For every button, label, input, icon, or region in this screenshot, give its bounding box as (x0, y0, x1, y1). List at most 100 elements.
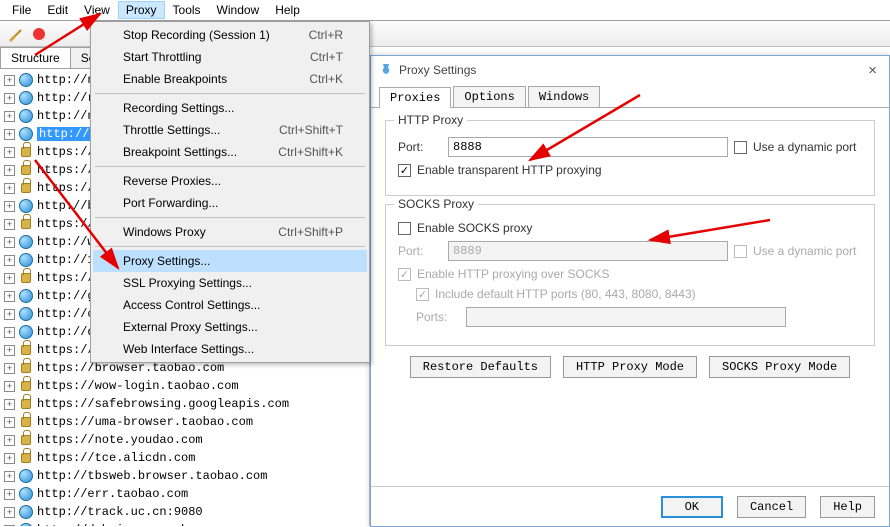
dialog-footer: OK Cancel Help (371, 486, 889, 526)
http-proxy-group: HTTP Proxy Port: Use a dynamic port Enab… (385, 120, 875, 196)
menu-file[interactable]: File (4, 1, 39, 19)
tree-row[interactable]: +https://tce.alicdn.com (2, 449, 367, 467)
expand-icon[interactable]: + (4, 129, 15, 140)
menu-item-label: Enable Breakpoints (123, 72, 227, 86)
enable-socks-checkbox[interactable] (398, 222, 411, 235)
expand-icon[interactable]: + (4, 93, 15, 104)
expand-icon[interactable]: + (4, 381, 15, 392)
expand-icon[interactable]: + (4, 201, 15, 212)
menu-shortcut: Ctrl+K (309, 72, 343, 86)
menu-item[interactable]: Recording Settings... (93, 97, 367, 119)
menu-item-label: Access Control Settings... (123, 298, 260, 312)
dlg-tab-windows[interactable]: Windows (528, 86, 600, 107)
globe-icon (18, 522, 34, 526)
lock-icon (18, 270, 34, 286)
expand-icon[interactable]: + (4, 75, 15, 86)
http-port-input[interactable] (448, 137, 728, 157)
menu-item-label: Recording Settings... (123, 101, 234, 115)
menu-item[interactable]: Reverse Proxies... (93, 170, 367, 192)
menu-item[interactable]: Port Forwarding... (93, 192, 367, 214)
menu-item-label: Proxy Settings... (123, 254, 210, 268)
dlg-tab-proxies[interactable]: Proxies (379, 87, 451, 108)
menu-window[interactable]: Window (209, 1, 268, 19)
record-icon[interactable] (28, 24, 50, 44)
menu-item-label: Breakpoint Settings... (123, 145, 237, 159)
menu-separator (95, 166, 365, 167)
tree-row[interactable]: + http://tbsweb.browser.taobao.com (2, 467, 367, 485)
menu-help[interactable]: Help (267, 1, 308, 19)
menu-item[interactable]: Access Control Settings... (93, 294, 367, 316)
menu-item[interactable]: Breakpoint Settings...Ctrl+Shift+K (93, 141, 367, 163)
expand-icon[interactable]: + (4, 237, 15, 248)
restore-defaults-button[interactable]: Restore Defaults (410, 356, 551, 378)
expand-icon[interactable]: + (4, 111, 15, 122)
tree-row[interactable]: +https://safebrowsing.googleapis.com (2, 395, 367, 413)
dlg-tab-options[interactable]: Options (453, 86, 525, 107)
menu-shortcut: Ctrl+Shift+T (279, 123, 343, 137)
tab-structure[interactable]: Structure (0, 47, 71, 68)
enable-socks-label: Enable SOCKS proxy (417, 221, 532, 235)
ok-button[interactable]: OK (661, 496, 723, 518)
expand-icon[interactable]: + (4, 183, 15, 194)
globe-icon (18, 504, 34, 520)
tree-row[interactable]: +http://dabai.pc.ucweb.com (2, 521, 367, 526)
expand-icon[interactable]: + (4, 399, 15, 410)
menubar: FileEditViewProxyToolsWindowHelp (0, 0, 890, 21)
tree-label: https://uma-browser.taobao.com (37, 415, 253, 429)
expand-icon[interactable]: + (4, 417, 15, 428)
menu-shortcut: Ctrl+T (310, 50, 343, 64)
help-button[interactable]: Help (820, 496, 875, 518)
expand-icon[interactable]: + (4, 291, 15, 302)
menu-item[interactable]: Web Interface Settings... (93, 338, 367, 360)
menu-view[interactable]: View (76, 1, 118, 19)
menu-item[interactable]: SSL Proxying Settings... (93, 272, 367, 294)
tree-label: http://tbsweb.browser.taobao.com (37, 469, 267, 483)
tree-row[interactable]: + https://uma-browser.taobao.com (2, 413, 367, 431)
expand-icon[interactable]: + (4, 471, 15, 482)
broom-icon[interactable] (4, 24, 26, 44)
expand-icon[interactable]: + (4, 255, 15, 266)
expand-icon[interactable]: + (4, 453, 15, 464)
expand-icon[interactable]: + (4, 363, 15, 374)
ports-label: Ports: (416, 310, 460, 324)
menu-tools[interactable]: Tools (165, 1, 209, 19)
expand-icon[interactable]: + (4, 273, 15, 284)
tree-label: https:// (37, 271, 95, 285)
expand-icon[interactable]: + (4, 219, 15, 230)
menu-item[interactable]: Proxy Settings... (93, 250, 367, 272)
menu-proxy[interactable]: Proxy (118, 1, 165, 19)
expand-icon[interactable]: + (4, 147, 15, 158)
menu-edit[interactable]: Edit (39, 1, 76, 19)
tree-row[interactable]: +https://wow-login.taobao.com (2, 377, 367, 395)
cancel-button[interactable]: Cancel (737, 496, 806, 518)
http-proxy-mode-button[interactable]: HTTP Proxy Mode (563, 356, 697, 378)
transparent-proxy-checkbox[interactable] (398, 164, 411, 177)
menu-item[interactable]: Throttle Settings...Ctrl+Shift+T (93, 119, 367, 141)
dynamic-port-checkbox[interactable] (734, 141, 747, 154)
menu-item[interactable]: Enable Breakpoints Ctrl+K (93, 68, 367, 90)
expand-icon[interactable]: + (4, 327, 15, 338)
tree-row[interactable]: +http://track.uc.cn:9080 (2, 503, 367, 521)
expand-icon[interactable]: + (4, 489, 15, 500)
menu-item[interactable]: Stop Recording (Session 1)Ctrl+R (93, 24, 367, 46)
tree-row[interactable]: +https://note.youdao.com (2, 431, 367, 449)
tree-row[interactable]: +http://err.taobao.com (2, 485, 367, 503)
globe-icon (18, 468, 34, 484)
menu-item-label: Stop Recording (Session 1) (123, 28, 270, 42)
dialog-titlebar: Proxy Settings × (371, 56, 889, 84)
expand-icon[interactable]: + (4, 165, 15, 176)
tree-label: https:// (37, 163, 95, 177)
expand-icon[interactable]: + (4, 309, 15, 320)
menu-item[interactable]: External Proxy Settings... (93, 316, 367, 338)
menu-item-label: Web Interface Settings... (123, 342, 254, 356)
expand-icon[interactable]: + (4, 507, 15, 518)
expand-icon[interactable]: + (4, 345, 15, 356)
expand-icon[interactable]: + (4, 435, 15, 446)
socks-proxy-mode-button[interactable]: SOCKS Proxy Mode (709, 356, 850, 378)
menu-item[interactable]: Start ThrottlingCtrl+T (93, 46, 367, 68)
http-proxy-group-title: HTTP Proxy (394, 113, 467, 127)
menu-item[interactable]: Windows ProxyCtrl+Shift+P (93, 221, 367, 243)
globe-icon (18, 324, 34, 340)
close-icon[interactable]: × (862, 62, 883, 79)
tree-label: https://browser.taobao.com (37, 361, 224, 375)
